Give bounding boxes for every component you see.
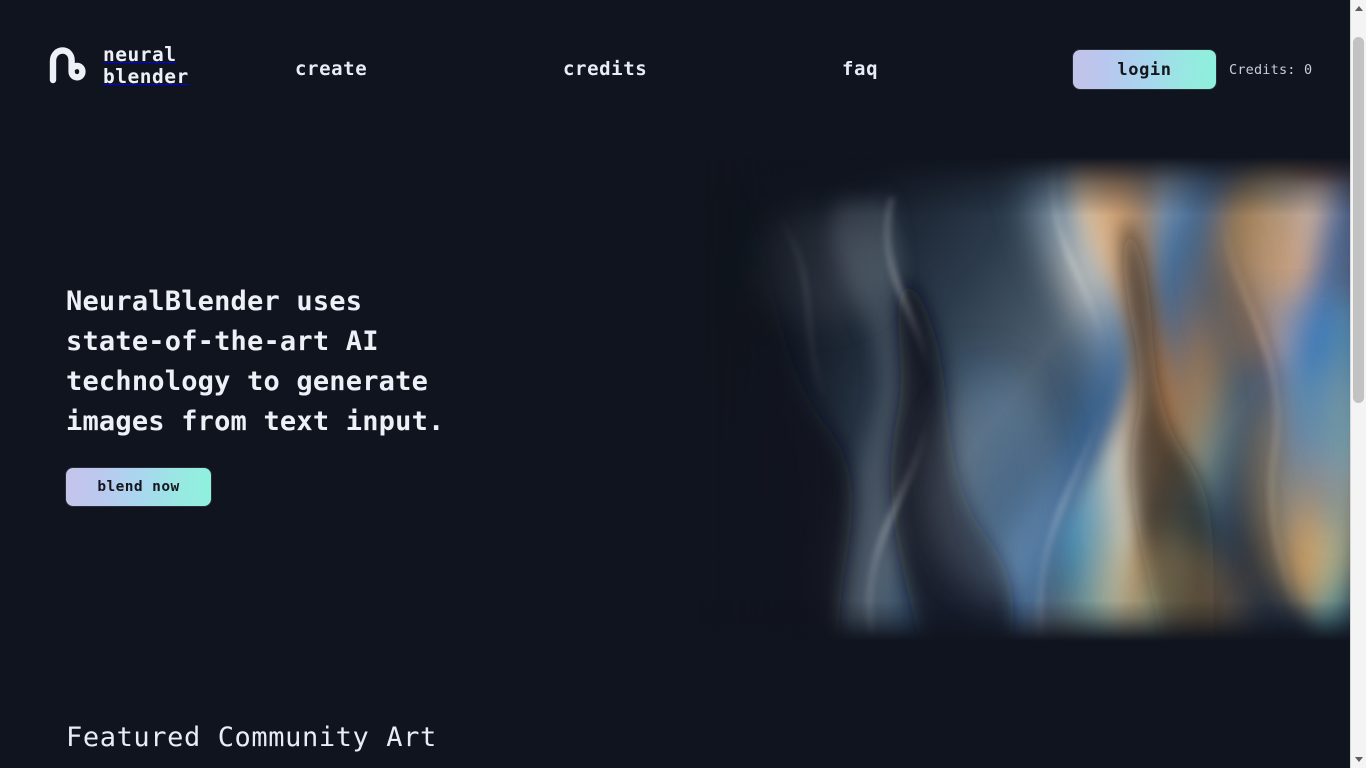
hero-heading: NeuralBlender uses state-of-the-art AI t… <box>66 286 445 437</box>
brand-logo-link[interactable]: neural blender <box>46 44 189 88</box>
scrollbar-thumb[interactable] <box>1353 37 1364 403</box>
hero-artwork-image <box>697 157 1350 641</box>
hero-artwork <box>697 157 1350 641</box>
credits-balance: Credits: 0 <box>1229 62 1313 78</box>
neuralblender-logo-icon <box>49 47 86 84</box>
page-viewport: neural blender create credits faq login … <box>0 0 1350 768</box>
scroll-down-arrow-icon[interactable] <box>1351 751 1366 768</box>
blend-now-button[interactable]: blend now <box>66 468 211 506</box>
scrollbar-track[interactable] <box>1351 17 1366 751</box>
hero-section: NeuralBlender uses state-of-the-art AI t… <box>66 282 626 506</box>
nav-item-faq[interactable]: faq <box>842 58 878 80</box>
login-button[interactable]: login <box>1073 50 1216 89</box>
brand-name: neural blender <box>103 43 189 88</box>
nav-item-credits[interactable]: credits <box>563 58 647 80</box>
page-scrollbar[interactable] <box>1350 0 1366 768</box>
featured-community-art-heading: Featured Community Art <box>66 722 437 753</box>
scroll-up-arrow-icon[interactable] <box>1351 0 1366 17</box>
nav-item-create[interactable]: create <box>295 58 367 80</box>
site-header: neural blender create credits faq login … <box>0 0 1350 140</box>
